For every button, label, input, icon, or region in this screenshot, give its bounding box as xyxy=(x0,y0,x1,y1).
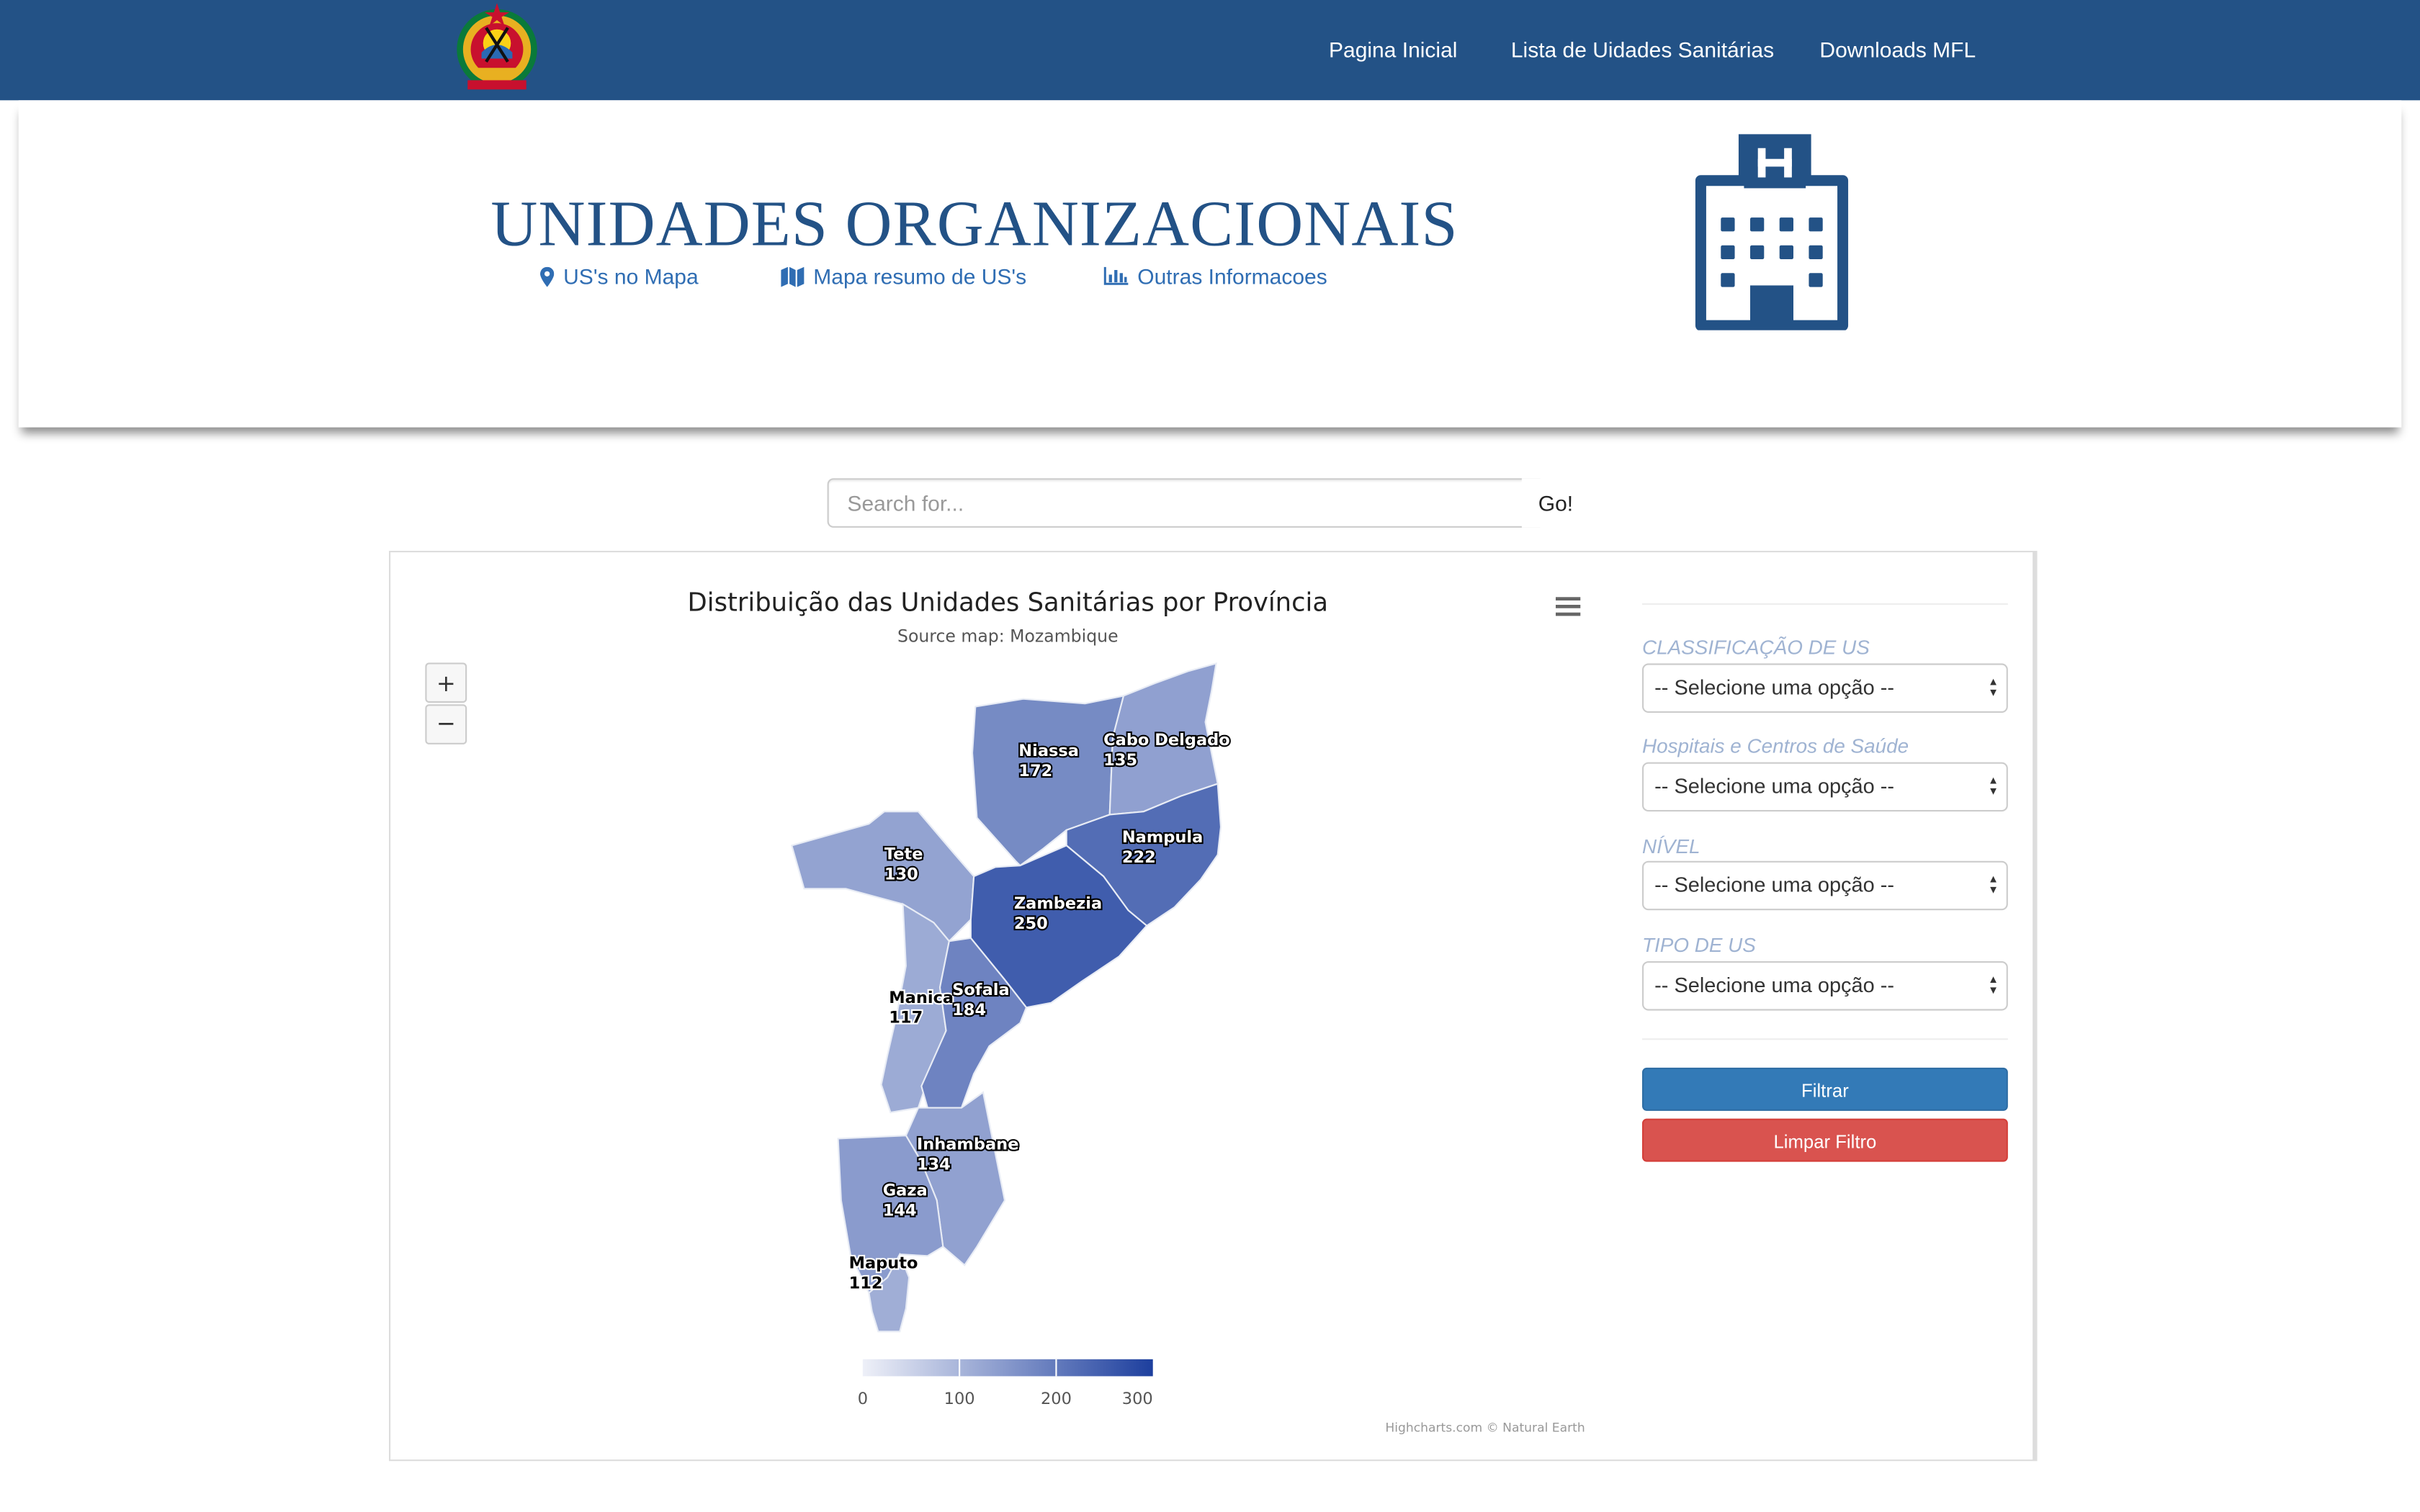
province-value-inhambane: 134 xyxy=(917,1155,951,1174)
chart-menu-button[interactable] xyxy=(1548,592,1588,624)
hospitals-select-value: -- Selecione uma opção -- xyxy=(1654,774,1894,798)
province-value-tete: 130 xyxy=(884,865,918,883)
province-value-manica: 117 xyxy=(889,1009,923,1027)
search-go-button[interactable]: Go! xyxy=(1521,478,1590,528)
province-label-zambezia: Zambezia xyxy=(1014,894,1102,913)
search-input[interactable] xyxy=(827,478,1541,528)
nav-link-home[interactable]: Pagina Inicial xyxy=(1329,37,1457,61)
legend-tick-label: 0 xyxy=(858,1390,868,1408)
map-marker-icon xyxy=(540,266,555,287)
filter-label-classification: CLASSIFICAÇÃO DE US xyxy=(1642,635,1870,659)
province-map-chart: Distribuição das Unidades Sanitárias por… xyxy=(425,588,1588,1436)
province-label-manica: Manica xyxy=(889,989,954,1007)
link-us-map-label: US's no Mapa xyxy=(563,264,699,289)
link-summary-map[interactable]: Mapa resumo de US's xyxy=(781,264,1027,289)
link-other-info[interactable]: Outras Informacoes xyxy=(1103,264,1327,289)
classification-select[interactable]: -- Selecione uma opção -- ▲ ▼ xyxy=(1642,663,2008,713)
legend-tick-label: 100 xyxy=(944,1390,975,1408)
legend-tick-label: 300 xyxy=(1122,1390,1153,1408)
province-region-tete[interactable] xyxy=(790,811,975,942)
content-panel: Distribuição das Unidades Sanitárias por… xyxy=(389,551,2038,1462)
province-value-zambezia: 250 xyxy=(1014,914,1048,933)
color-legend: 0 100 200 300 xyxy=(858,1359,1153,1408)
top-navbar: Pagina Inicial Lista de Uidades Sanitári… xyxy=(0,0,2420,101)
link-us-map[interactable]: US's no Mapa xyxy=(540,264,699,289)
link-summary-map-label: Mapa resumo de US's xyxy=(813,264,1027,289)
bar-chart-icon xyxy=(1103,266,1129,285)
province-label-gaza: Gaza xyxy=(883,1182,928,1200)
hospitals-select[interactable]: -- Selecione uma opção -- ▲ ▼ xyxy=(1642,762,2008,812)
mozambique-emblem-logo[interactable] xyxy=(452,0,542,96)
province-label-niassa: Niassa xyxy=(1018,742,1079,760)
legend-gradient-bar xyxy=(862,1359,1153,1377)
zoom-in-button[interactable]: + xyxy=(425,662,467,703)
type-select[interactable]: -- Selecione uma opção -- ▲ ▼ xyxy=(1642,961,2008,1011)
select-arrows-icon: ▲ ▼ xyxy=(1988,775,1999,798)
province-value-niassa: 172 xyxy=(1018,762,1052,780)
chart-credits[interactable]: Highcharts.com © Natural Earth xyxy=(1385,1421,1585,1436)
level-select[interactable]: -- Selecione uma opção -- ▲ ▼ xyxy=(1642,860,2008,911)
select-arrows-icon: ▲ ▼ xyxy=(1988,975,1999,997)
province-label-sofala: Sofala xyxy=(952,981,1010,999)
zoom-out-label: − xyxy=(436,710,456,737)
select-arrows-icon: ▲ ▼ xyxy=(1988,677,1999,699)
divider xyxy=(1642,603,2008,605)
page-title: UNIDADES ORGANIZACIONAIS xyxy=(490,189,1458,261)
map-icon xyxy=(781,266,805,287)
type-select-value: -- Selecione uma opção -- xyxy=(1654,973,1894,997)
nav-link-downloads[interactable]: Downloads MFL xyxy=(1819,37,1976,61)
filter-label-level: NÍVEL xyxy=(1642,834,1700,858)
clear-filter-button[interactable]: Limpar Filtro xyxy=(1642,1118,2008,1162)
level-select-value: -- Selecione uma opção -- xyxy=(1654,873,1894,896)
header-banner: UNIDADES ORGANIZACIONAIS US's no Mapa Ma… xyxy=(18,100,2402,428)
province-label-cabo-delgado: Cabo Delgado xyxy=(1103,731,1230,750)
nav-link-facility-list[interactable]: Lista de Uidades Sanitárias xyxy=(1511,37,1774,61)
chart-subtitle: Source map: Mozambique xyxy=(897,626,1119,646)
zoom-in-label: + xyxy=(436,670,456,697)
province-label-maputo: Maputo xyxy=(849,1254,918,1272)
province-value-cabo-delgado: 135 xyxy=(1103,751,1137,770)
province-value-maputo: 112 xyxy=(849,1274,883,1292)
province-value-nampula: 222 xyxy=(1122,848,1156,867)
divider xyxy=(1642,1038,2008,1040)
province-label-nampula: Nampula xyxy=(1122,828,1203,847)
zoom-out-button[interactable]: − xyxy=(425,704,467,744)
filter-label-type: TIPO DE US xyxy=(1642,933,1756,957)
province-value-sofala: 184 xyxy=(952,1001,986,1020)
province-label-tete: Tete xyxy=(884,845,923,864)
classification-select-value: -- Selecione uma opção -- xyxy=(1654,675,1894,699)
filter-label-hospitals: Hospitais e Centros de Saúde xyxy=(1642,734,1909,758)
province-label-inhambane: Inhambane xyxy=(917,1135,1019,1153)
select-arrows-icon: ▲ ▼ xyxy=(1988,875,1999,896)
province-value-gaza: 144 xyxy=(883,1202,917,1220)
chart-title: Distribuição das Unidades Sanitárias por… xyxy=(688,588,1328,618)
filter-button[interactable]: Filtrar xyxy=(1642,1067,2008,1111)
hospital-building-icon xyxy=(1695,134,1849,330)
legend-tick-label: 200 xyxy=(1041,1390,1072,1408)
link-other-info-label: Outras Informacoes xyxy=(1137,264,1327,289)
